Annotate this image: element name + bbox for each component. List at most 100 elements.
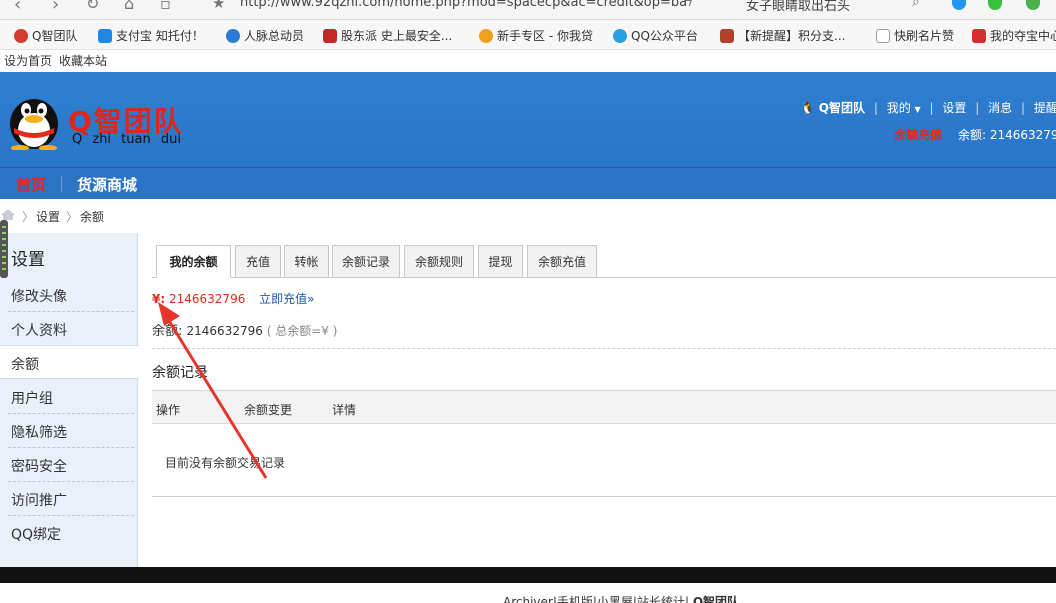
sidebar-item-promotion[interactable]: 访问推广 (0, 482, 138, 516)
col-balance-change: 余额变更 (244, 403, 293, 417)
bookmark-item[interactable]: 快刷名片赞 (876, 27, 954, 44)
header-balance: 余额: 2146632796 (958, 128, 1056, 142)
sidebar-item-privacy[interactable]: 隐私筛选 (0, 414, 138, 448)
android-icon[interactable] (1026, 0, 1040, 10)
browser-address-bar: ‹ › ↻ ⌂ ▫ ★ http://www.92qzhi.com/home.p… (0, 0, 1056, 20)
tab-withdraw[interactable]: 提现 (478, 245, 523, 277)
bookmark-favicon-icon (14, 28, 28, 43)
bookmark-item[interactable]: 人脉总动员 (226, 27, 304, 44)
bookmark-favicon-icon (323, 28, 337, 43)
tab-balance-records[interactable]: 余额记录 (332, 245, 400, 277)
qq-icon (613, 28, 627, 43)
caret-down-icon: ▼ (914, 105, 921, 114)
settings-sidebar: 设置 修改头像 个人资料 余额 用户组 隐私筛选 密码安全 访问推广 QQ绑定 (0, 233, 139, 567)
site-stats-link[interactable]: 站长统计 (637, 595, 685, 603)
bookmarks-bar: Q智团队 支付宝 知托付！ 人脉总动员 股东派 史上最安全... 新手专区 - … (0, 20, 1056, 50)
total-balance-note: ( 总余额=¥ ) (266, 324, 338, 338)
sun-icon (479, 28, 493, 43)
balance-amount: 2146632796 (168, 292, 246, 306)
divider: | (929, 101, 934, 115)
lightning-icon[interactable]: ϟ (684, 0, 693, 10)
records-title: 余额记录 (152, 365, 208, 381)
main-nav: 首页 货源商城 (0, 167, 1056, 199)
empty-records-message: 目前没有余额交易记录 (165, 456, 286, 470)
reminders-menu[interactable]: 提醒 ▼ (1034, 101, 1056, 115)
back-icon[interactable]: ‹ (14, 0, 21, 15)
phone-icon[interactable] (952, 0, 966, 10)
tab-balance-rules[interactable]: 余额规则 (404, 245, 474, 277)
logo-subtitle: Q zhi tuan dui (72, 132, 181, 147)
footer-nav-links[interactable]: Archiver|手机版|小黑屋| (503, 595, 637, 603)
breadcrumb-home-icon[interactable] (0, 208, 16, 220)
alipay-icon (98, 28, 112, 43)
refresh-icon[interactable]: ↻ (86, 0, 99, 13)
breadcrumb-separator: 〉 (22, 210, 35, 224)
recharge-now-link[interactable]: 立即充值» (259, 292, 314, 306)
favorite-link[interactable]: 收藏本站 (59, 52, 107, 69)
bookmark-item[interactable]: Q智团队 (14, 27, 77, 44)
nav-divider (61, 176, 62, 192)
breadcrumb-balance: 余额 (80, 210, 105, 224)
sidebar-item-password[interactable]: 密码安全 (0, 448, 138, 482)
divider: | (873, 101, 878, 115)
search-icon[interactable]: ⌕ (912, 0, 920, 10)
username-link[interactable]: Q智团队 (819, 101, 865, 115)
set-home-link[interactable]: 设为首页 (4, 52, 52, 69)
tab-my-balance[interactable]: 我的余额 (156, 245, 231, 278)
divider (152, 348, 1056, 349)
sidebar-item-usergroup[interactable]: 用户组 (0, 380, 138, 414)
recharge-link[interactable]: 余额充值 (894, 126, 942, 143)
bookmark-favicon-icon (720, 28, 734, 43)
messages-link[interactable]: 消息 (988, 101, 1012, 115)
sidebar-item-profile[interactable]: 个人资料 (0, 312, 138, 346)
wechat-icon[interactable] (988, 0, 1002, 10)
forward-icon[interactable]: › (52, 0, 59, 15)
balance-amount-line: ¥: 2146632796 立即充值» (152, 290, 315, 307)
scroll-grip-handle[interactable] (0, 220, 8, 278)
footer-bar (0, 567, 1056, 583)
tab-balance-recharge[interactable]: 余额充值 (527, 245, 597, 277)
bookmark-item[interactable]: 支付宝 知托付！ (98, 27, 204, 44)
balance-summary: 余额: 2146632796 ( 总余额=¥ ) (152, 320, 337, 339)
sidebar-item-balance[interactable]: 余额 (0, 345, 139, 379)
divider: | (975, 101, 980, 115)
user-avatar-icon: 🐧 (800, 101, 815, 115)
home-icon[interactable]: ⌂ (124, 0, 134, 13)
user-toolbar: 🐧 Q智团队 | 我的 ▼ | 设置 | 消息 | 提醒 ▼ | (800, 99, 1056, 116)
nav-home[interactable]: 首页 (16, 174, 46, 195)
bookmark-item[interactable]: QQ公众平台 (613, 27, 698, 44)
page-icon (876, 28, 890, 43)
bookmark-item[interactable]: 新手专区 - 你我贷 (479, 27, 593, 44)
settings-link[interactable]: 设置 (942, 101, 966, 115)
yen-label: ¥: (152, 292, 166, 306)
tabs-icon[interactable]: ▫ (160, 0, 171, 13)
nav-goods-mall[interactable]: 货源商城 (77, 174, 137, 195)
records-table-header: 操作 余额变更 详情 (152, 390, 1056, 424)
breadcrumb-settings[interactable]: 设置 (36, 208, 60, 225)
footer-brand[interactable]: Q智团队 (693, 595, 739, 603)
sidebar-title: 设置 (11, 250, 45, 270)
bookmark-item[interactable]: 我的夺宝中心 (972, 27, 1056, 44)
sidebar-item-avatar[interactable]: 修改头像 (0, 278, 138, 312)
star-icon[interactable]: ★ (212, 0, 225, 12)
col-detail: 详情 (332, 403, 357, 417)
sidebar-item-qq-bind[interactable]: QQ绑定 (0, 516, 138, 550)
footer-divider: | (684, 595, 690, 603)
bookmark-item[interactable]: 【新提醒】积分支... (720, 27, 845, 44)
divider (152, 496, 1056, 497)
balance-value: 2146632796 (186, 324, 263, 338)
bookmark-item[interactable]: 股东派 史上最安全... (323, 27, 452, 44)
top-links: 设为首页 收藏本站 (0, 50, 1056, 72)
my-menu[interactable]: 我的 ▼ (887, 101, 921, 115)
bookmark-favicon-icon (972, 28, 986, 43)
qq-penguin-logo-icon[interactable] (4, 88, 64, 150)
col-action: 操作 (156, 403, 181, 417)
site-header: Q智团队 Q zhi tuan dui 🐧 Q智团队 | 我的 ▼ | 设置 |… (0, 72, 1056, 167)
balance-label: 余额: (152, 324, 187, 339)
tab-transfer[interactable]: 转帐 (284, 245, 329, 277)
breadcrumb-separator: 〉 (66, 210, 79, 224)
url-field[interactable]: http://www.92qzhi.com/home.php?mod=space… (240, 0, 687, 10)
tab-underline (152, 277, 1056, 278)
tab-recharge[interactable]: 充值 (235, 245, 281, 277)
search-box[interactable]: 女子眼睛取出石头 (746, 0, 850, 14)
